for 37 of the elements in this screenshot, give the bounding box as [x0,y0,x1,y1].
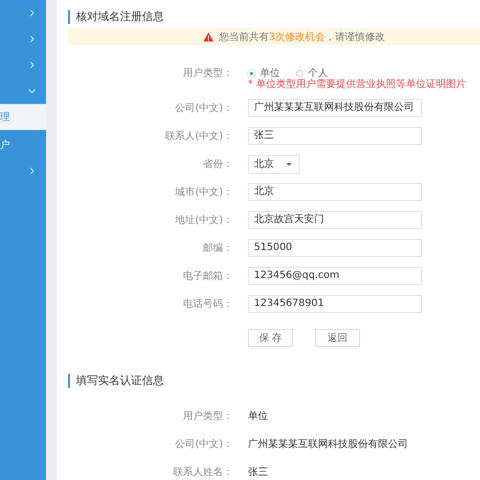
field-label: 公司(中文)： [174,102,234,115]
input-field[interactable]: 515000 [248,239,422,257]
hint-text: * 单位类型用户需要提供营业执照等单位证明图片 [248,78,466,91]
chevron-icon [28,61,36,69]
warning-icon [202,32,214,42]
field-value: 广州某某某互联网科技股份有限公司 [248,438,408,451]
input-field[interactable]: 张三 [248,127,422,145]
field-label: 联系人(中文)： [164,130,234,143]
field-label: 邮编： [202,242,234,255]
field-label: 城市(中文)： [174,186,234,199]
field-label: 省份： [202,158,234,171]
field-label: 地址(中文)： [174,214,234,227]
field-label: 电话号码： [182,298,234,311]
input-field[interactable]: 北京 [248,183,422,201]
input-field[interactable]: 北京故宫天安门 [248,211,422,229]
radio-option[interactable]: 个人 [296,66,328,80]
save-button[interactable]: 保 存 [248,329,293,347]
section-title: 填写实名认证信息 [68,374,480,388]
province-dropdown[interactable]: 北京 [248,154,300,174]
field-label: 公司(中文)： [174,438,234,451]
back-button[interactable]: 返回 [315,329,360,347]
section-title: 核对域名注册信息 [68,10,480,24]
chevron-icon [28,35,36,43]
field-label: 用户类型： [182,410,234,423]
field-label: 用户类型： [182,66,234,80]
input-field[interactable]: 123456@qq.com [248,267,422,285]
field-value: 张三 [248,466,268,479]
warning-text: 您当前共有3次修改机会，请谨慎修改 [218,30,386,44]
radio-option[interactable]: 单位 [248,66,280,80]
input-field[interactable]: 广州某某某互联网科技股份有限公司 [248,99,422,117]
field-value: 单位 [248,410,268,423]
input-field[interactable]: 12345678901 [248,295,422,313]
field-label: 联系人姓名： [172,466,234,479]
chevron-icon [28,9,36,17]
chevron-icon [28,167,36,175]
chevron-icon [28,87,36,95]
field-label: 电子邮箱： [182,270,234,283]
